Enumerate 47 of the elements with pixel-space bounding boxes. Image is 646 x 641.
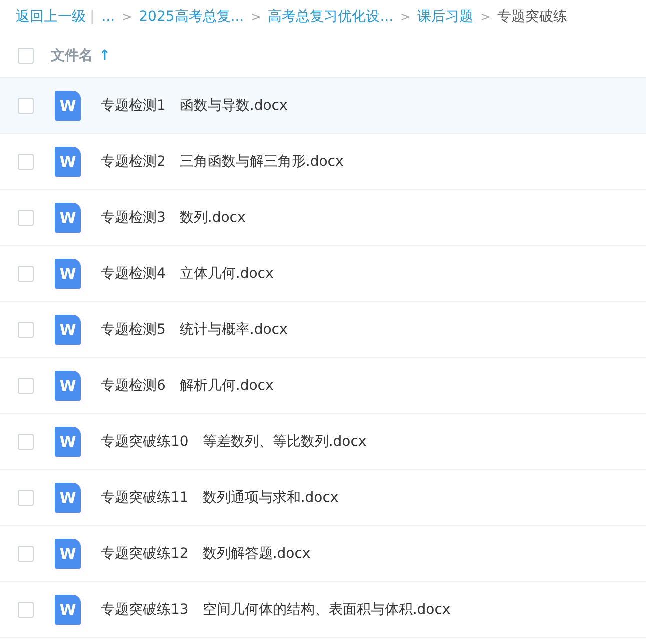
file-row[interactable]: W 专题突破练12 数列解答题.docx: [0, 526, 646, 582]
file-row[interactable]: W 专题突破练10 等差数列、等比数列.docx: [0, 414, 646, 470]
row-checkbox[interactable]: [18, 490, 34, 506]
row-checkbox[interactable]: [18, 546, 34, 562]
row-checkbox[interactable]: [18, 266, 34, 282]
word-document-icon: W: [55, 258, 81, 288]
row-checkbox[interactable]: [18, 434, 34, 450]
word-document-icon: W: [55, 146, 81, 176]
current-folder-label: 专题突破练: [498, 8, 568, 26]
file-row[interactable]: W 专题突破练11 数列通项与求和.docx: [0, 470, 646, 526]
word-document-icon: W: [55, 202, 81, 232]
breadcrumb-separator: >: [122, 10, 132, 24]
file-row[interactable]: W 专题突破练13 空间几何体的结构、表面积与体积.docx: [0, 582, 646, 638]
word-document-icon: W: [55, 314, 81, 344]
file-name[interactable]: 专题突破练11 数列通项与求和.docx: [101, 488, 339, 506]
file-row[interactable]: W 专题检测6 解析几何.docx: [0, 358, 646, 414]
breadcrumb-separator: >: [480, 10, 491, 24]
file-row[interactable]: W 专题检测2 三角函数与解三角形.docx: [0, 134, 646, 190]
word-document-icon: W: [55, 426, 81, 456]
breadcrumb-divider: |: [90, 9, 95, 25]
row-checkbox[interactable]: [18, 210, 34, 226]
row-checkbox[interactable]: [18, 602, 34, 618]
word-document-icon: W: [55, 90, 81, 120]
file-name[interactable]: 专题检测2 三角函数与解三角形.docx: [101, 152, 344, 170]
file-name[interactable]: 专题检测1 函数与导数.docx: [101, 96, 288, 114]
word-document-icon: W: [55, 594, 81, 624]
file-row[interactable]: W 专题检测5 统计与概率.docx: [0, 302, 646, 358]
file-name[interactable]: 专题检测6 解析几何.docx: [101, 376, 274, 394]
word-document-icon: W: [55, 538, 81, 568]
file-name[interactable]: 专题检测3 数列.docx: [101, 208, 246, 226]
file-name[interactable]: 专题检测4 立体几何.docx: [101, 264, 274, 282]
file-name[interactable]: 专题突破练10 等差数列、等比数列.docx: [101, 432, 367, 450]
row-checkbox[interactable]: [18, 322, 34, 338]
row-checkbox[interactable]: [18, 98, 34, 114]
file-name[interactable]: 专题检测5 统计与概率.docx: [101, 320, 288, 338]
breadcrumb-separator: >: [251, 10, 262, 24]
row-checkbox[interactable]: [18, 378, 34, 394]
select-all-checkbox[interactable]: [18, 48, 34, 64]
row-checkbox[interactable]: [18, 154, 34, 170]
breadcrumb-separator: >: [400, 10, 411, 24]
file-row[interactable]: W 专题检测1 函数与导数.docx: [0, 78, 646, 134]
file-name[interactable]: 专题突破练13 空间几何体的结构、表面积与体积.docx: [101, 600, 451, 618]
file-row[interactable]: W 专题检测4 立体几何.docx: [0, 246, 646, 302]
file-name[interactable]: 专题突破练12 数列解答题.docx: [101, 544, 311, 562]
file-row[interactable]: W 专题检测3 数列.docx: [0, 190, 646, 246]
word-document-icon: W: [55, 482, 81, 512]
word-document-icon: W: [55, 370, 81, 400]
